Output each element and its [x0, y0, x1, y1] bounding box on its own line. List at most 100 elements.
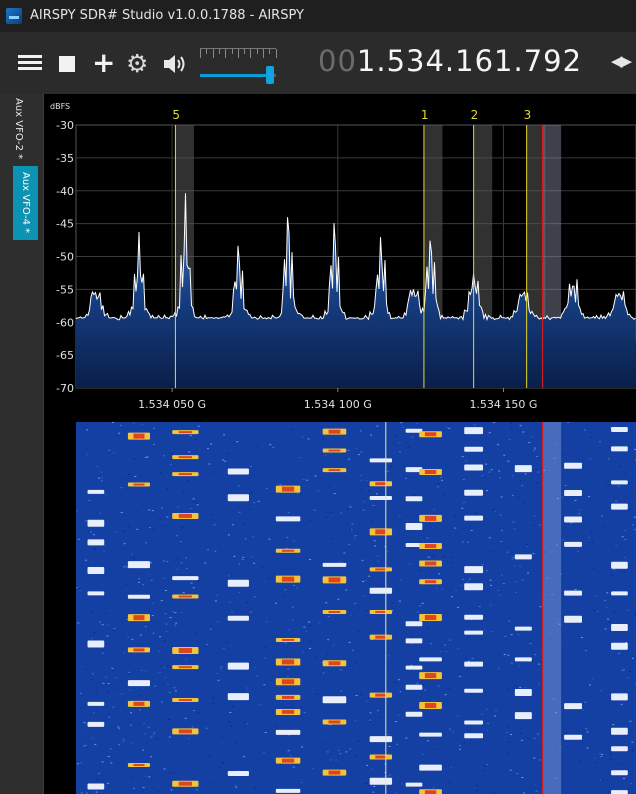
- waterfall-noise-speck: [174, 690, 177, 692]
- waterfall-noise-speck: [139, 634, 142, 636]
- waterfall-noise-speck: [386, 550, 389, 552]
- waterfall-noise-speck: [155, 542, 158, 544]
- waterfall-noise-speck: [610, 574, 613, 576]
- waterfall-noise-speck: [341, 704, 343, 706]
- waterfall-noise-speck: [87, 532, 89, 534]
- waterfall-noise-speck: [507, 654, 510, 656]
- waterfall-noise-speck: [162, 560, 165, 562]
- waterfall-noise-speck: [332, 457, 335, 459]
- waterfall-noise-speck: [510, 422, 513, 424]
- waterfall-burst-core: [424, 432, 437, 437]
- slider-tick: [244, 49, 246, 54]
- waterfall-noise-speck: [233, 593, 236, 595]
- waterfall-noise-speck: [232, 776, 235, 778]
- waterfall-noise-speck: [81, 728, 83, 730]
- waterfall-noise-speck: [306, 479, 309, 481]
- waterfall-noise-speck: [577, 550, 580, 552]
- waterfall-noise-speck: [573, 484, 575, 486]
- waterfall-noise-speck: [387, 734, 389, 735]
- waterfall-noise-speck: [494, 715, 496, 717]
- waterfall-noise-speck: [612, 611, 615, 613]
- vfo-marker-label: 2: [471, 108, 479, 122]
- waterfall-noise-speck: [459, 584, 462, 586]
- waterfall-noise-speck: [287, 668, 290, 670]
- frequency-digits[interactable]: 1.534.161.792: [357, 44, 582, 78]
- waterfall-noise-speck: [246, 602, 248, 604]
- waterfall-noise-speck: [98, 431, 101, 433]
- waterfall-noise-speck: [118, 728, 121, 730]
- waterfall-noise-speck: [85, 447, 88, 449]
- side-panel: Aux VFO-2 * Aux VFO-4 *: [0, 94, 44, 794]
- waterfall-noise-speck: [231, 672, 234, 674]
- waterfall-noise-speck: [261, 567, 264, 569]
- waterfall-noise-speck: [157, 791, 160, 793]
- waterfall-noise-speck: [292, 766, 295, 768]
- waterfall-noise-speck: [336, 547, 339, 549]
- add-icon[interactable]: +: [92, 49, 118, 77]
- y-tick-label: -60: [56, 316, 74, 329]
- waterfall-noise-speck: [368, 490, 370, 492]
- spectrum-panel[interactable]: 5 1 2 3 dBFS -30 -35 -40 -45 -50 -55 -60 -65 -70 1.…: [44, 94, 636, 422]
- waterfall-noise-speck: [417, 698, 420, 700]
- tab-aux-vfo-2[interactable]: Aux VFO-2 *: [13, 98, 24, 159]
- frequency-step-arrows-icon[interactable]: ◀▶: [611, 52, 632, 70]
- waterfall-noise-speck: [91, 673, 94, 675]
- waterfall-noise-speck: [156, 738, 159, 740]
- waterfall-noise-speck: [349, 748, 352, 750]
- waterfall-noise-speck: [370, 792, 373, 794]
- waterfall-noise-speck: [82, 654, 85, 656]
- waterfall-noise-speck: [362, 500, 365, 502]
- waterfall-noise-speck: [514, 684, 517, 686]
- waterfall-noise-speck: [170, 607, 173, 609]
- volume-slider[interactable]: [200, 44, 278, 84]
- waterfall-noise-speck: [165, 623, 168, 625]
- waterfall-noise-speck: [621, 536, 624, 538]
- waterfall-noise-speck: [532, 553, 535, 555]
- waterfall-burst-core: [424, 580, 437, 584]
- waterfall-noise-speck: [398, 515, 401, 517]
- speaker-icon[interactable]: [162, 52, 188, 76]
- waterfall-noise-speck: [168, 736, 171, 738]
- waterfall-noise-speck: [217, 679, 220, 681]
- waterfall-noise-speck: [173, 772, 176, 774]
- waterfall-display[interactable]: [44, 422, 636, 794]
- waterfall-noise-speck: [534, 783, 537, 785]
- waterfall-noise-speck: [528, 579, 531, 581]
- volume-slider-thumb[interactable]: [265, 66, 274, 84]
- waterfall-panel[interactable]: [44, 422, 636, 794]
- waterfall-noise-speck: [415, 423, 418, 425]
- waterfall-noise-speck: [506, 551, 509, 553]
- waterfall-noise-speck: [373, 786, 376, 787]
- waterfall-noise-speck: [451, 731, 454, 733]
- y-tick-label: -65: [56, 349, 74, 362]
- waterfall-noise-speck: [451, 533, 454, 535]
- waterfall-burst-core: [375, 755, 387, 759]
- waterfall-noise-speck: [432, 555, 435, 557]
- waterfall-noise-speck: [79, 692, 82, 694]
- waterfall-noise-speck: [578, 509, 581, 511]
- waterfall-noise-speck: [174, 624, 177, 626]
- tab-aux-vfo-4[interactable]: Aux VFO-4 *: [13, 166, 38, 240]
- waterfall-noise-speck: [309, 519, 312, 521]
- frequency-leading-digits[interactable]: 00: [318, 44, 357, 78]
- frequency-display[interactable]: 001.534.161.792: [318, 44, 582, 78]
- waterfall-noise-speck: [456, 715, 459, 717]
- waterfall-noise-speck: [514, 565, 517, 567]
- waterfall-noise-speck: [500, 541, 503, 542]
- waterfall-noise-speck: [522, 431, 525, 433]
- waterfall-noise-speck: [144, 626, 147, 628]
- waterfall-noise-speck: [143, 740, 146, 742]
- waterfall-noise-speck: [599, 629, 602, 631]
- waterfall-noise-speck: [84, 461, 87, 463]
- hamburger-menu-icon[interactable]: [18, 52, 44, 76]
- spectrum-chart[interactable]: 5 1 2 3 dBFS -30 -35 -40 -45 -50 -55 -60 -65 -70 1.…: [44, 94, 636, 422]
- waterfall-noise-speck: [352, 614, 355, 616]
- waterfall-burst: [514, 554, 532, 560]
- waterfall-noise-speck: [144, 670, 147, 672]
- stop-icon[interactable]: [59, 56, 75, 72]
- waterfall-noise-speck: [465, 658, 467, 660]
- gear-icon[interactable]: ⚙: [126, 51, 152, 76]
- waterfall-noise-speck: [537, 471, 540, 473]
- waterfall-noise-speck: [470, 530, 473, 532]
- waterfall-noise-speck: [359, 489, 362, 491]
